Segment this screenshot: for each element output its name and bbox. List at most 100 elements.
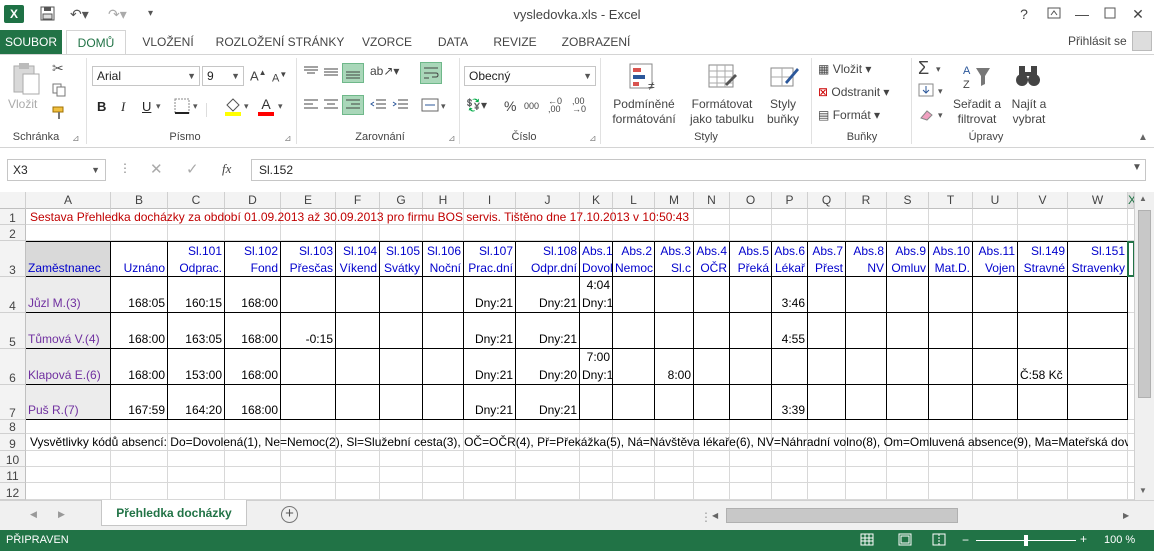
- column-header[interactable]: G: [380, 192, 423, 209]
- close-button[interactable]: ✕: [1124, 4, 1152, 24]
- column-header[interactable]: K: [580, 192, 613, 209]
- zoom-level[interactable]: 100 %: [1104, 534, 1135, 546]
- decrease-decimal-icon[interactable]: ,00 →0: [572, 97, 586, 114]
- scroll-right-icon[interactable]: ▶: [1123, 511, 1129, 520]
- format-as-table-icon[interactable]: [707, 62, 737, 95]
- fill-color-dropdown-icon[interactable]: ▾: [244, 101, 249, 112]
- fill-color-icon[interactable]: [224, 96, 242, 119]
- align-middle-icon[interactable]: [322, 64, 340, 83]
- align-right-icon[interactable]: [342, 95, 364, 115]
- increase-decimal-icon[interactable]: ←0,00: [548, 97, 562, 114]
- normal-view-icon[interactable]: [860, 533, 874, 549]
- column-header[interactable]: T: [929, 192, 973, 209]
- bold-button[interactable]: B: [97, 99, 106, 114]
- collapse-ribbon-icon[interactable]: ▲: [1138, 132, 1148, 143]
- row-header[interactable]: 3: [0, 241, 26, 277]
- find-select-label-2[interactable]: vybrat: [1006, 112, 1052, 126]
- zoom-slider-thumb[interactable]: [1024, 535, 1028, 546]
- name-box[interactable]: X3 ▼: [7, 159, 106, 181]
- find-select-label-1[interactable]: Najít a: [1006, 97, 1052, 111]
- clear-dropdown-icon[interactable]: ▾: [938, 110, 943, 121]
- currency-icon[interactable]: 💱▾: [466, 98, 487, 112]
- column-header[interactable]: J: [516, 192, 580, 209]
- scroll-left-icon[interactable]: ◀: [712, 511, 718, 520]
- number-format-combo[interactable]: Obecný ▼: [464, 66, 596, 86]
- row-header[interactable]: 12: [0, 483, 26, 500]
- paste-icon[interactable]: [10, 62, 42, 99]
- avatar[interactable]: [1132, 31, 1152, 51]
- column-header[interactable]: E: [281, 192, 336, 209]
- conditional-formatting-label-2[interactable]: formátování: [606, 112, 682, 126]
- column-header[interactable]: F: [336, 192, 380, 209]
- font-name-combo[interactable]: Arial ▼: [92, 66, 200, 86]
- prev-sheet-icon[interactable]: ◀: [30, 509, 37, 520]
- font-color-icon[interactable]: A: [258, 96, 274, 116]
- dialog-launcher-icon[interactable]: ⊿: [284, 133, 292, 144]
- row-header[interactable]: 8: [0, 420, 26, 434]
- column-header[interactable]: C: [168, 192, 225, 209]
- dialog-launcher-icon[interactable]: ⊿: [72, 133, 80, 144]
- sign-in-link[interactable]: Přihlásit se: [1068, 34, 1127, 48]
- cut-icon[interactable]: ✂: [52, 60, 64, 77]
- cell-styles-icon[interactable]: [769, 62, 799, 95]
- column-header[interactable]: V: [1018, 192, 1068, 209]
- zoom-in-button[interactable]: +: [1080, 532, 1087, 546]
- sheet-tab-active[interactable]: Přehledka docházky: [101, 500, 247, 526]
- copy-icon[interactable]: [52, 83, 66, 100]
- tab-home[interactable]: DOMŮ: [66, 30, 126, 55]
- align-center-icon[interactable]: [322, 97, 340, 116]
- maximize-button[interactable]: [1096, 4, 1124, 24]
- column-header[interactable]: B: [111, 192, 168, 209]
- page-break-view-icon[interactable]: [932, 533, 946, 549]
- percent-button[interactable]: %: [504, 98, 516, 114]
- format-as-table-label-2[interactable]: jako tabulku: [684, 112, 760, 126]
- ribbon-display-options-icon[interactable]: [1040, 4, 1068, 24]
- merge-dropdown-icon[interactable]: ▾: [441, 101, 446, 112]
- font-size-combo[interactable]: 9 ▼: [202, 66, 244, 86]
- column-header[interactable]: S: [887, 192, 929, 209]
- row-header[interactable]: 4: [0, 277, 26, 313]
- sort-filter-label-1[interactable]: Seřadit a: [948, 97, 1006, 111]
- row-header[interactable]: 10: [0, 451, 26, 467]
- sort-filter-icon[interactable]: AZ: [962, 62, 992, 93]
- underline-button[interactable]: U: [142, 99, 151, 114]
- page-layout-view-icon[interactable]: [898, 533, 912, 549]
- row-header[interactable]: 1: [0, 209, 26, 225]
- dialog-launcher-icon[interactable]: ⊿: [589, 133, 597, 144]
- find-select-icon[interactable]: [1014, 62, 1042, 93]
- sort-filter-label-2[interactable]: filtrovat: [948, 112, 1006, 126]
- tab-formulas[interactable]: VZORCE: [356, 30, 418, 54]
- decrease-indent-icon[interactable]: [370, 97, 388, 116]
- column-header[interactable]: W: [1068, 192, 1128, 209]
- cancel-icon[interactable]: ✕: [150, 160, 163, 178]
- borders-dropdown-icon[interactable]: ▾: [193, 101, 198, 112]
- thousands-button[interactable]: 000: [524, 101, 539, 111]
- minimize-button[interactable]: —: [1068, 4, 1096, 24]
- help-button[interactable]: ?: [1010, 4, 1038, 24]
- cell-styles-label-2[interactable]: buňky: [760, 112, 806, 126]
- horizontal-scroll-thumb[interactable]: [726, 508, 958, 523]
- orientation-icon[interactable]: ab↗▾: [370, 64, 399, 78]
- row-header[interactable]: 7: [0, 385, 26, 420]
- cell-styles-label-1[interactable]: Styly: [760, 97, 806, 111]
- dialog-launcher-icon[interactable]: ⊿: [448, 133, 456, 144]
- tab-split-handle-icon[interactable]: ⋮: [700, 510, 712, 524]
- row-header[interactable]: 2: [0, 225, 26, 241]
- insert-cells-button[interactable]: ▦ Vložit ▾: [818, 62, 871, 76]
- merge-center-icon[interactable]: [420, 96, 440, 117]
- column-header[interactable]: A: [26, 192, 111, 209]
- scroll-down-icon[interactable]: ▼: [1139, 486, 1147, 495]
- conditional-formatting-icon[interactable]: ≠: [628, 62, 658, 95]
- column-header[interactable]: Q: [808, 192, 846, 209]
- row-header[interactable]: 5: [0, 313, 26, 349]
- selected-cell[interactable]: [1127, 241, 1134, 277]
- fill-icon[interactable]: [918, 83, 934, 100]
- format-cells-button[interactable]: ▤ Formát ▾: [818, 108, 880, 122]
- grow-font-icon[interactable]: A▲: [250, 68, 267, 83]
- underline-dropdown-icon[interactable]: ▾: [156, 101, 161, 112]
- column-header[interactable]: L: [613, 192, 655, 209]
- wrap-text-icon[interactable]: [420, 62, 442, 84]
- spreadsheet-grid[interactable]: A B C D E F G H I J K L M N O P Q R S T U V W X 1 2 3 4 5 6 7 8 9 10 11 12 S…: [0, 192, 1134, 500]
- fill-dropdown-icon[interactable]: ▾: [938, 86, 943, 97]
- scroll-up-icon[interactable]: ▲: [1139, 194, 1147, 203]
